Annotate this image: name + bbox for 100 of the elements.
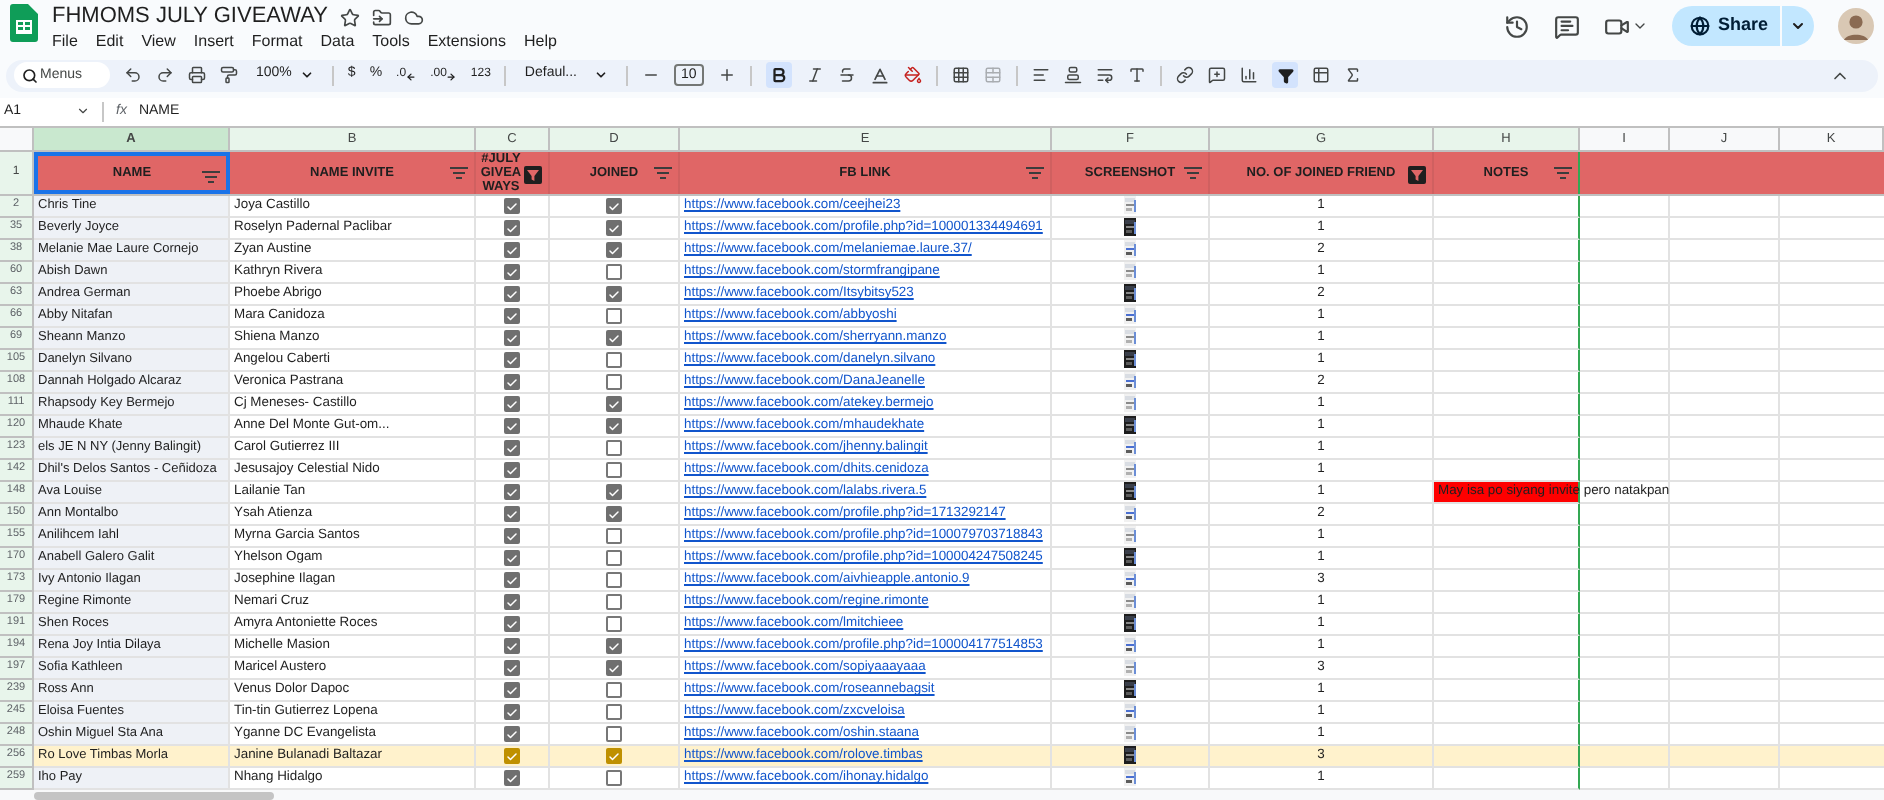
checkbox[interactable] bbox=[504, 704, 520, 720]
checkbox[interactable] bbox=[504, 352, 520, 368]
checkbox[interactable] bbox=[606, 220, 622, 236]
redo-icon[interactable] bbox=[156, 66, 174, 85]
checkbox[interactable] bbox=[606, 462, 622, 478]
checkbox[interactable] bbox=[504, 308, 520, 324]
checkbox[interactable] bbox=[504, 682, 520, 698]
checkbox[interactable] bbox=[606, 286, 622, 302]
checkbox[interactable] bbox=[606, 396, 622, 412]
borders-icon[interactable] bbox=[952, 66, 971, 85]
increase-font-size-icon[interactable] bbox=[718, 66, 737, 85]
checkbox[interactable] bbox=[606, 748, 622, 764]
checkbox[interactable] bbox=[504, 220, 520, 236]
checkbox[interactable] bbox=[504, 770, 520, 786]
menu-item[interactable]: Insert bbox=[193, 32, 234, 52]
checkbox[interactable] bbox=[504, 726, 520, 742]
menu-item[interactable]: View bbox=[141, 32, 176, 52]
caret-icon[interactable] bbox=[76, 104, 90, 119]
menu-item[interactable]: Format bbox=[251, 32, 303, 52]
checkbox[interactable] bbox=[504, 396, 520, 412]
checkbox[interactable] bbox=[504, 330, 520, 346]
checkbox[interactable] bbox=[504, 286, 520, 302]
checkbox[interactable] bbox=[606, 704, 622, 720]
strikethrough-icon[interactable] bbox=[838, 66, 857, 85]
caret-icon[interactable] bbox=[1631, 18, 1648, 34]
checkbox[interactable] bbox=[606, 484, 622, 500]
align-icon[interactable] bbox=[1032, 66, 1051, 85]
checkbox[interactable] bbox=[606, 594, 622, 610]
checkbox[interactable] bbox=[504, 550, 520, 566]
comment-icon[interactable] bbox=[1553, 13, 1580, 39]
checkbox[interactable] bbox=[606, 264, 622, 280]
functions-icon[interactable] bbox=[1344, 66, 1363, 85]
checkbox[interactable] bbox=[504, 748, 520, 764]
checkbox[interactable] bbox=[504, 462, 520, 478]
sheets-logo-icon[interactable] bbox=[10, 4, 38, 42]
checkbox[interactable] bbox=[504, 528, 520, 544]
checkbox[interactable] bbox=[606, 726, 622, 742]
menu-item[interactable]: Help bbox=[523, 32, 557, 52]
undo-icon[interactable] bbox=[124, 66, 142, 85]
active-filter-icon[interactable] bbox=[1408, 166, 1426, 184]
checkbox[interactable] bbox=[504, 572, 520, 588]
filter-views-icon[interactable] bbox=[1312, 66, 1331, 85]
checkbox[interactable] bbox=[606, 638, 622, 654]
history-icon[interactable] bbox=[1503, 13, 1530, 39]
menu-item[interactable]: Data bbox=[320, 32, 355, 52]
italic-icon[interactable] bbox=[806, 66, 825, 85]
checkbox[interactable] bbox=[606, 616, 622, 632]
filter-icon[interactable] bbox=[1184, 166, 1202, 180]
menu-item[interactable]: Extensions bbox=[427, 32, 506, 52]
checkbox[interactable] bbox=[504, 374, 520, 390]
checkbox[interactable] bbox=[504, 242, 520, 258]
checkbox[interactable] bbox=[606, 242, 622, 258]
avatar-icon[interactable] bbox=[1838, 8, 1874, 44]
checkbox[interactable] bbox=[606, 440, 622, 456]
chart-icon[interactable] bbox=[1240, 66, 1259, 85]
checkbox[interactable] bbox=[606, 374, 622, 390]
star-icon[interactable] bbox=[339, 7, 360, 27]
cloud-icon[interactable] bbox=[403, 7, 424, 27]
filter-icon[interactable] bbox=[1026, 166, 1044, 180]
checkbox[interactable] bbox=[606, 770, 622, 786]
text-rotation-icon[interactable] bbox=[1128, 66, 1147, 85]
filter-icon[interactable] bbox=[450, 166, 468, 180]
text-wrap-icon[interactable] bbox=[1096, 66, 1115, 85]
checkbox[interactable] bbox=[606, 506, 622, 522]
filter-icon[interactable] bbox=[1554, 166, 1572, 180]
checkbox[interactable] bbox=[504, 198, 520, 214]
filter-button[interactable] bbox=[1272, 62, 1299, 89]
filter-icon[interactable] bbox=[202, 170, 220, 184]
filter-icon[interactable] bbox=[654, 166, 672, 180]
checkbox[interactable] bbox=[504, 660, 520, 676]
checkbox[interactable] bbox=[504, 418, 520, 434]
comment-icon[interactable] bbox=[1208, 66, 1227, 85]
active-filter-icon[interactable] bbox=[524, 166, 542, 184]
text-color-icon[interactable] bbox=[870, 65, 891, 86]
checkbox[interactable] bbox=[504, 440, 520, 456]
checkbox[interactable] bbox=[606, 660, 622, 676]
checkbox[interactable] bbox=[606, 308, 622, 324]
menu-item[interactable]: Edit bbox=[95, 32, 124, 52]
vertical-align-icon[interactable] bbox=[1064, 66, 1083, 85]
paint-format-icon[interactable] bbox=[220, 66, 238, 85]
checkbox[interactable] bbox=[504, 506, 520, 522]
print-icon[interactable] bbox=[188, 66, 206, 85]
checkbox[interactable] bbox=[606, 528, 622, 544]
checkbox[interactable] bbox=[606, 418, 622, 434]
menu-item[interactable]: File bbox=[52, 32, 78, 52]
checkbox[interactable] bbox=[606, 550, 622, 566]
checkbox[interactable] bbox=[606, 198, 622, 214]
checkbox[interactable] bbox=[606, 682, 622, 698]
checkbox[interactable] bbox=[504, 616, 520, 632]
video-icon[interactable] bbox=[1603, 13, 1630, 39]
fill-color-icon[interactable] bbox=[904, 66, 923, 85]
folder-icon[interactable] bbox=[371, 7, 392, 27]
document-title[interactable]: FHMOMS JULY GIVEAWAY bbox=[52, 4, 328, 30]
checkbox[interactable] bbox=[606, 352, 622, 368]
checkbox[interactable] bbox=[606, 330, 622, 346]
checkbox[interactable] bbox=[504, 484, 520, 500]
checkbox[interactable] bbox=[504, 264, 520, 280]
checkbox[interactable] bbox=[504, 594, 520, 610]
checkbox[interactable] bbox=[606, 572, 622, 588]
link-icon[interactable] bbox=[1176, 66, 1195, 85]
